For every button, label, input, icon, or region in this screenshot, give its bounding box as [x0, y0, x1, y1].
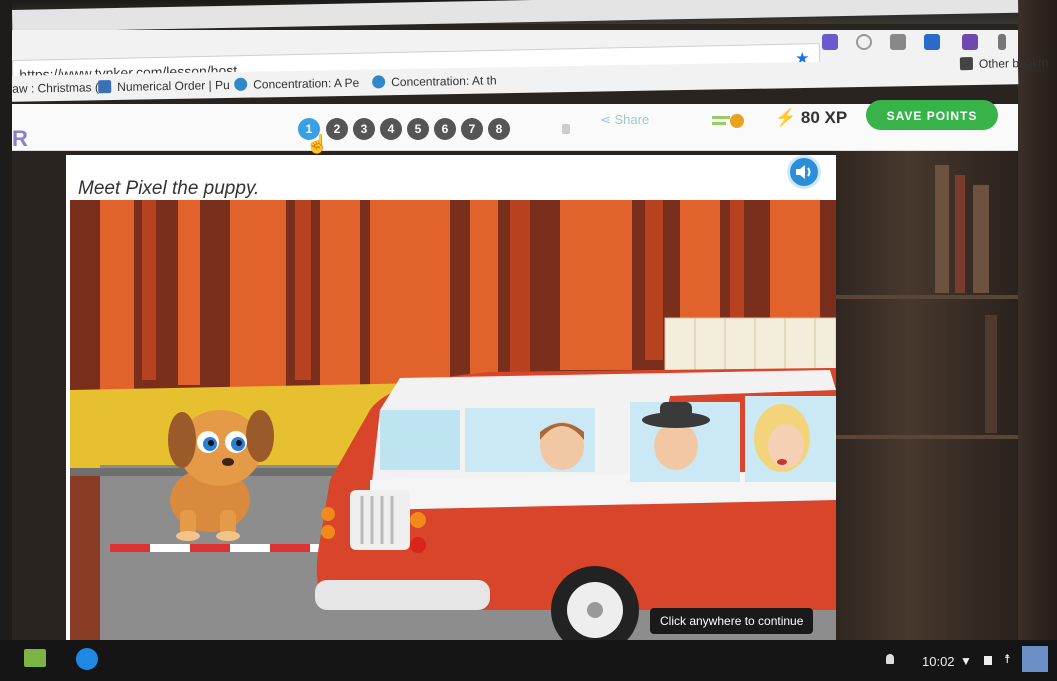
battery-icon[interactable] — [984, 656, 992, 665]
speaker-icon — [796, 165, 811, 179]
room-bookshelf-background — [835, 145, 1018, 640]
step-navigation: 1 2 3 4 5 6 7 8 — [298, 118, 518, 142]
badge-icon — [712, 112, 744, 134]
screen-bezel-left — [0, 0, 12, 681]
bookmark-item[interactable]: Concentration: A Pe — [234, 76, 359, 92]
step-5-button[interactable]: 5 — [407, 118, 429, 140]
bookmark-favicon-icon — [372, 75, 386, 89]
step-3-button[interactable]: 3 — [353, 118, 375, 140]
xp-counter: ⚡ 80 XP — [775, 108, 848, 127]
audio-button[interactable] — [787, 155, 821, 189]
user-avatar[interactable] — [1022, 646, 1048, 672]
share-icon: ⋖ — [600, 112, 615, 127]
step-4-button[interactable]: 4 — [380, 118, 402, 140]
tynker-logo: R — [12, 126, 28, 151]
step-7-button[interactable]: 7 — [461, 118, 483, 140]
megaphone-extension-icon[interactable] — [924, 34, 940, 50]
pdf-extension-icon[interactable] — [962, 34, 978, 50]
mouse-cursor-icon: ☝ — [306, 134, 329, 154]
microphone-icon[interactable] — [998, 34, 1006, 50]
bolt-icon: ⚡ — [775, 108, 797, 127]
notification-bell-icon[interactable] — [886, 654, 894, 664]
os-taskbar: ▼ ☨ — [0, 640, 1057, 681]
bookmark-favicon-icon — [98, 80, 112, 94]
room-background-right — [1018, 0, 1057, 681]
bookmark-favicon-icon — [234, 77, 248, 91]
bookmark-item[interactable]: Numerical Order | Pu — [98, 78, 230, 94]
lesson-caption: Meet Pixel the puppy. — [78, 178, 260, 199]
share-button[interactable]: ⋖ Share — [600, 112, 649, 128]
other-bookmarks[interactable]: Other bookm — [959, 56, 1048, 72]
timer-extension-icon[interactable] — [856, 34, 872, 50]
step-2-button[interactable]: 2 — [326, 118, 348, 140]
system-clock[interactable]: 10:02 — [922, 654, 955, 669]
step-6-button[interactable]: 6 — [434, 118, 456, 140]
accessibility-icon[interactable]: ☨ — [1004, 652, 1011, 666]
extension-puzzle-icon[interactable] — [822, 34, 838, 50]
lesson-scene[interactable] — [70, 200, 836, 640]
classroom-app-icon[interactable] — [24, 649, 46, 667]
save-points-button[interactable]: SAVE POINTS — [866, 100, 998, 130]
red-station-wagon — [315, 368, 836, 640]
step-8-button[interactable]: 8 — [488, 118, 510, 140]
folder-icon — [959, 57, 974, 71]
extension-icon[interactable] — [890, 34, 906, 50]
scene-illustration — [70, 200, 836, 640]
bookmark-item[interactable]: Concentration: At th — [372, 73, 497, 89]
click-to-continue-tooltip[interactable]: Click anywhere to continue — [650, 608, 814, 634]
lock-icon — [562, 124, 570, 134]
bookmark-item[interactable]: aw : Christmas ( — [12, 80, 99, 96]
wifi-icon[interactable]: ▼ — [960, 654, 972, 668]
camera-app-icon[interactable] — [76, 648, 98, 670]
curb-stripe — [110, 544, 320, 552]
